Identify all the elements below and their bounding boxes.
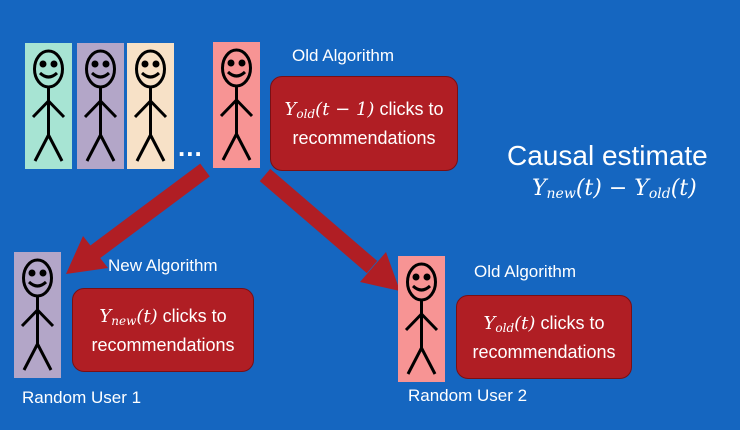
causal-formula: Ynew(t) − Yold(t) (532, 176, 697, 202)
box-suffix: clicks to (162, 305, 227, 326)
box-line-1: Yold(t) clicks to (484, 311, 605, 340)
new-algorithm-label: New Algorithm (108, 256, 218, 275)
random-user-1-label: Random User 1 (22, 388, 142, 407)
ellipsis: ... (178, 132, 203, 162)
new-clicks-box: Ynew(t) clicks to recommendations (72, 288, 254, 372)
causal-estimate-title: Causal estimate (507, 140, 708, 171)
box-line-2: recommendations (292, 128, 436, 148)
box-suffix: clicks to (540, 312, 605, 333)
person-purple-user1 (14, 252, 61, 378)
formula: Yold(t) (483, 312, 536, 335)
box-line-2: recommendations (472, 341, 616, 362)
person-pink-user2 (398, 256, 445, 382)
arrow-to-old-icon (259, 168, 400, 291)
formula: Ynew(t) (99, 305, 158, 328)
person-peach (127, 43, 174, 169)
old-algorithm-label-right: Old Algorithm (474, 262, 577, 281)
box-line-2: recommendations (91, 334, 235, 355)
person-teal (25, 43, 72, 169)
old-clicks-box-right: Yold(t) clicks to recommendations (456, 295, 632, 379)
person-purple (77, 43, 124, 169)
old-algorithm-label-top: Old Algorithm (292, 46, 395, 65)
old-clicks-box-top: Yold(t − 1) clicks to recommendations (270, 76, 458, 171)
formula: Yold(t − 1) (284, 99, 375, 121)
random-user-2-label: Random User 2 (408, 386, 528, 405)
person-pink-top (213, 42, 260, 168)
box-line-1: Ynew(t) clicks to (99, 304, 226, 333)
box-line-1: Yold(t − 1) clicks to (285, 97, 444, 126)
box-suffix: clicks to (379, 99, 444, 119)
